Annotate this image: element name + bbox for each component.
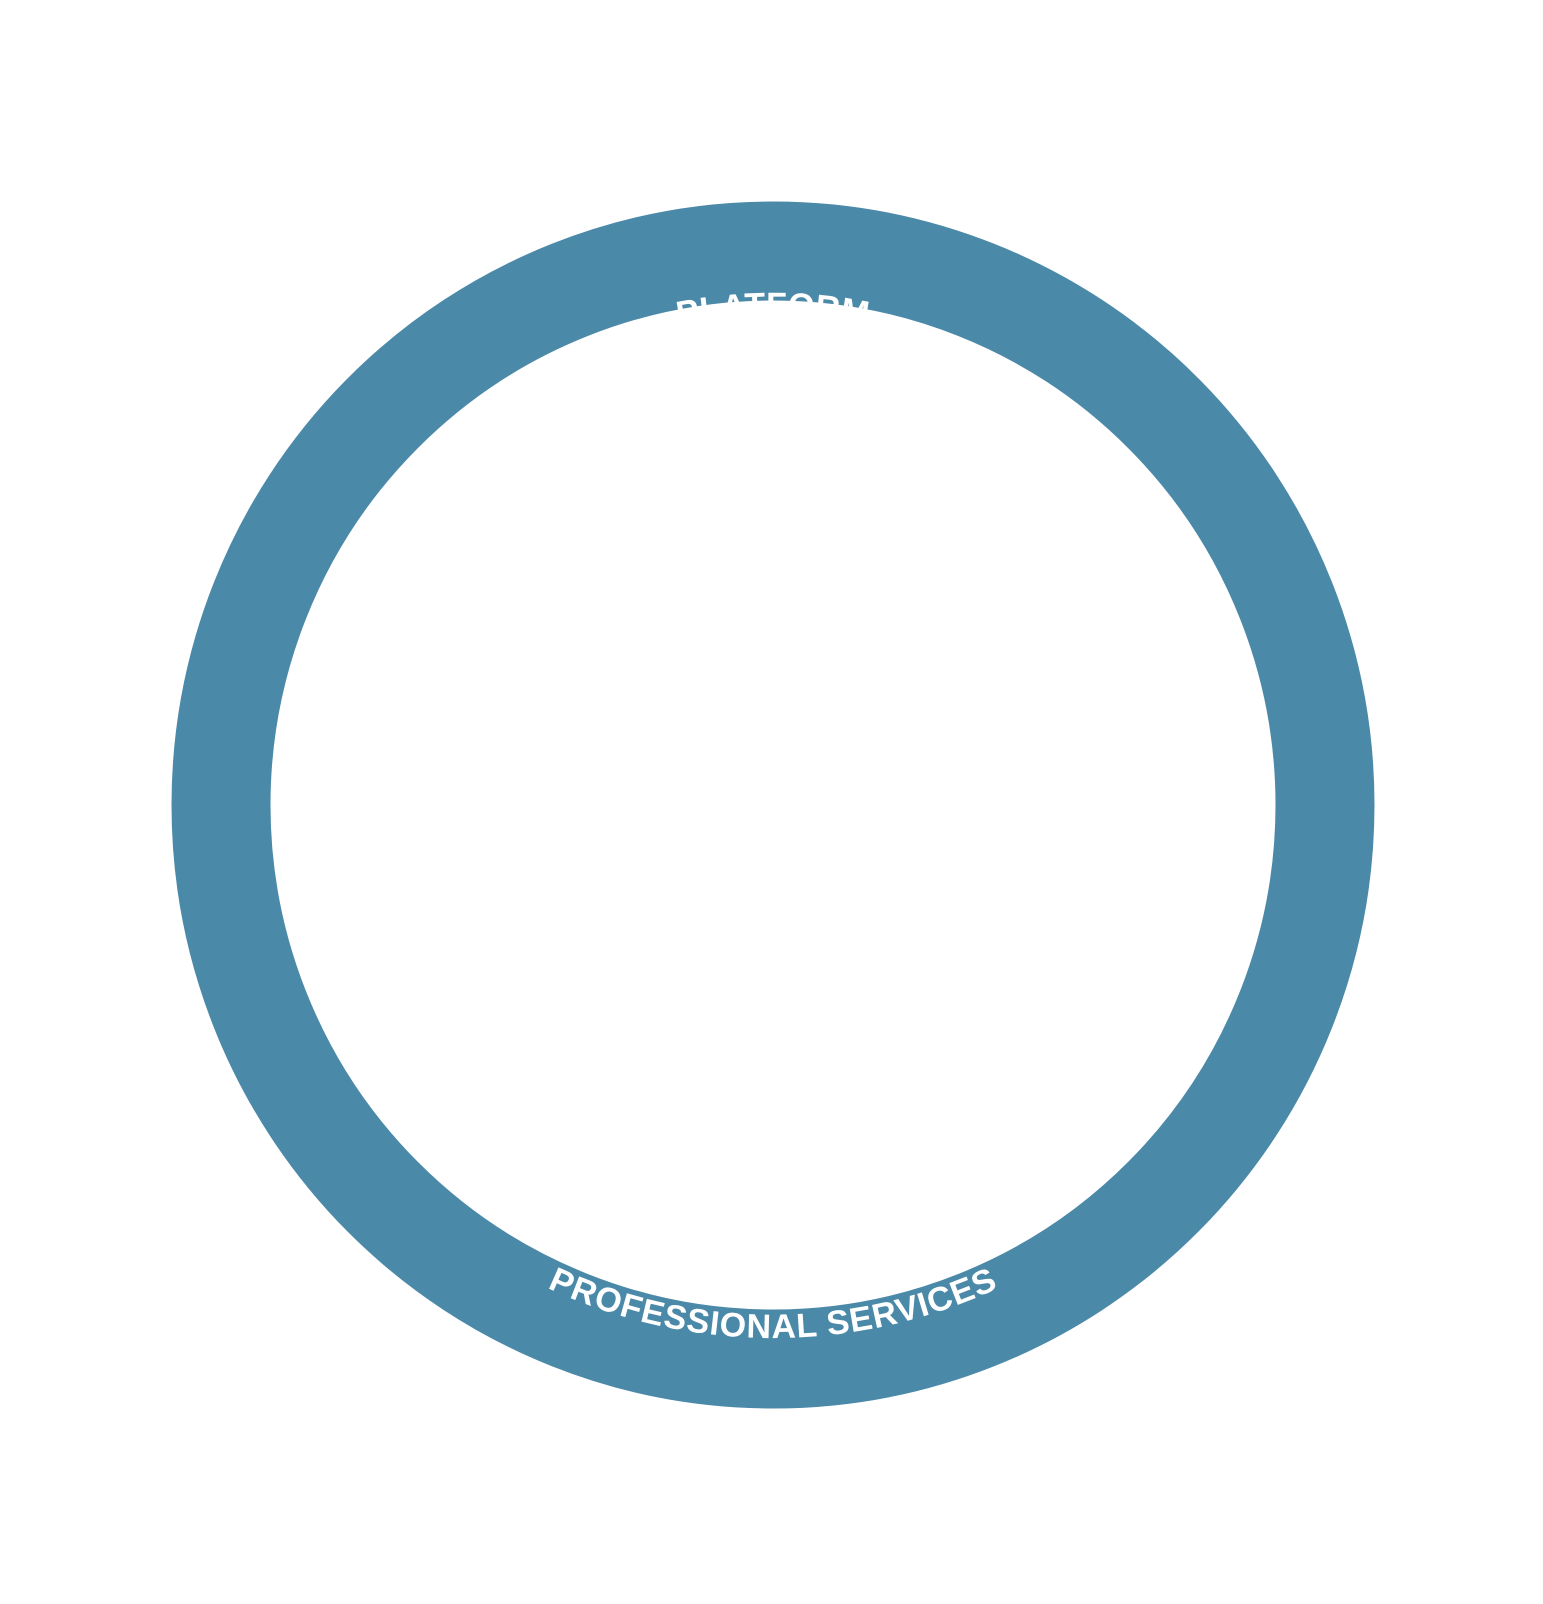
ring-diagram: PLATFORM PROFESSIONAL SERVICES <box>171 201 1375 1409</box>
platform-ring <box>171 201 1375 1409</box>
